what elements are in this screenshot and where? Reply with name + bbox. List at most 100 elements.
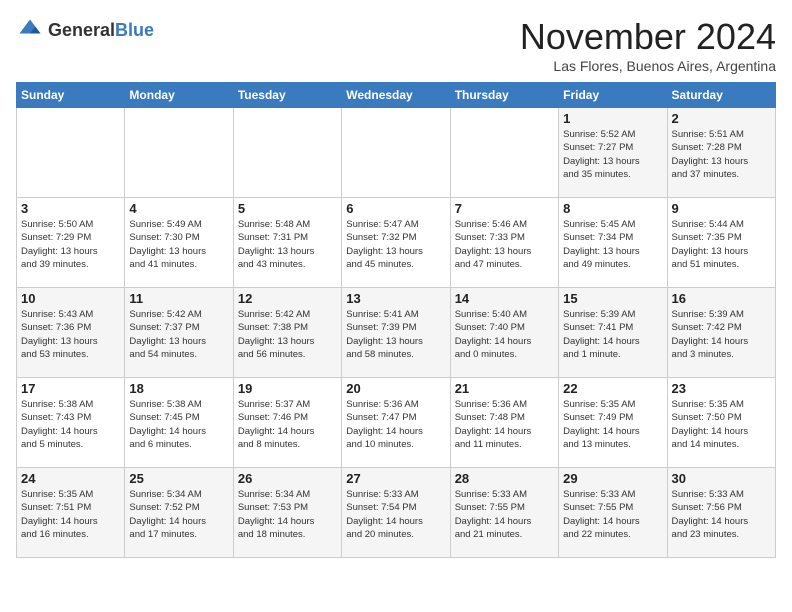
day-info: Sunrise: 5:45 AM Sunset: 7:34 PM Dayligh… bbox=[563, 218, 662, 271]
day-info: Sunrise: 5:46 AM Sunset: 7:33 PM Dayligh… bbox=[455, 218, 554, 271]
calendar-cell: 9Sunrise: 5:44 AM Sunset: 7:35 PM Daylig… bbox=[667, 198, 775, 288]
day-number: 18 bbox=[129, 381, 228, 396]
calendar-cell bbox=[125, 108, 233, 198]
day-info: Sunrise: 5:51 AM Sunset: 7:28 PM Dayligh… bbox=[672, 128, 771, 181]
day-number: 7 bbox=[455, 201, 554, 216]
calendar-cell: 14Sunrise: 5:40 AM Sunset: 7:40 PM Dayli… bbox=[450, 288, 558, 378]
day-of-week-header: Tuesday bbox=[233, 83, 341, 108]
day-info: Sunrise: 5:38 AM Sunset: 7:45 PM Dayligh… bbox=[129, 398, 228, 451]
calendar-week-row: 10 Sunrise: 5:43 AM Sunset: 7:36 PM Dayli… bbox=[17, 288, 776, 378]
day-number: 30 bbox=[672, 471, 771, 486]
day-number: 13 bbox=[346, 291, 445, 306]
calendar-header: SundayMondayTuesdayWednesdayThursdayFrid… bbox=[17, 83, 776, 108]
day-number: 22 bbox=[563, 381, 662, 396]
day-info: Sunrise: 5:44 AM Sunset: 7:35 PM Dayligh… bbox=[672, 218, 771, 271]
calendar-cell: 22Sunrise: 5:35 AM Sunset: 7:49 PM Dayli… bbox=[559, 378, 667, 468]
day-number: 8 bbox=[563, 201, 662, 216]
day-number: 20 bbox=[346, 381, 445, 396]
day-info: Sunrise: 5:50 AM Sunset: 7:29 PM Dayligh… bbox=[21, 218, 120, 271]
page-header: GeneralBlue November 2024 Las Flores, Bu… bbox=[16, 16, 776, 74]
day-info: Sunrise: 5:42 AM Sunset: 7:38 PM Dayligh… bbox=[238, 308, 337, 361]
calendar-cell: 6Sunrise: 5:47 AM Sunset: 7:32 PM Daylig… bbox=[342, 198, 450, 288]
day-info: Sunrise: 5:33 AM Sunset: 7:56 PM Dayligh… bbox=[672, 488, 771, 541]
calendar-cell: 7 Sunrise: 5:46 AM Sunset: 7:33 PM Daylig… bbox=[450, 198, 558, 288]
day-of-week-header: Thursday bbox=[450, 83, 558, 108]
calendar-cell: 29 Sunrise: 5:33 AM Sunset: 7:55 PM Dayli… bbox=[559, 468, 667, 558]
day-of-week-header: Wednesday bbox=[342, 83, 450, 108]
day-number: 29 bbox=[563, 471, 662, 486]
calendar-cell: 26 Sunrise: 5:34 AM Sunset: 7:53 PM Dayli… bbox=[233, 468, 341, 558]
day-info: Sunrise: 5:47 AM Sunset: 7:32 PM Dayligh… bbox=[346, 218, 445, 271]
day-number: 14 bbox=[455, 291, 554, 306]
day-info: Sunrise: 5:41 AM Sunset: 7:39 PM Dayligh… bbox=[346, 308, 445, 361]
day-info: Sunrise: 5:39 AM Sunset: 7:41 PM Dayligh… bbox=[563, 308, 662, 361]
calendar-cell: 25 Sunrise: 5:34 AM Sunset: 7:52 PM Dayli… bbox=[125, 468, 233, 558]
calendar-cell: 17Sunrise: 5:38 AM Sunset: 7:43 PM Dayli… bbox=[17, 378, 125, 468]
day-number: 21 bbox=[455, 381, 554, 396]
calendar-cell: 23 Sunrise: 5:35 AM Sunset: 7:50 PM Dayli… bbox=[667, 378, 775, 468]
day-number: 2 bbox=[672, 111, 771, 126]
day-number: 1 bbox=[563, 111, 662, 126]
day-number: 5 bbox=[238, 201, 337, 216]
day-info: Sunrise: 5:39 AM Sunset: 7:42 PM Dayligh… bbox=[672, 308, 771, 361]
day-number: 4 bbox=[129, 201, 228, 216]
logo-blue: Blue bbox=[115, 20, 154, 40]
title-area: November 2024 Las Flores, Buenos Aires, … bbox=[520, 16, 776, 74]
calendar-cell: 18 Sunrise: 5:38 AM Sunset: 7:45 PM Dayli… bbox=[125, 378, 233, 468]
calendar-cell: 8 Sunrise: 5:45 AM Sunset: 7:34 PM Daylig… bbox=[559, 198, 667, 288]
calendar-cell: 12Sunrise: 5:42 AM Sunset: 7:38 PM Dayli… bbox=[233, 288, 341, 378]
calendar-week-row: 17Sunrise: 5:38 AM Sunset: 7:43 PM Dayli… bbox=[17, 378, 776, 468]
day-number: 19 bbox=[238, 381, 337, 396]
day-info: Sunrise: 5:42 AM Sunset: 7:37 PM Dayligh… bbox=[129, 308, 228, 361]
calendar-cell: 24Sunrise: 5:35 AM Sunset: 7:51 PM Dayli… bbox=[17, 468, 125, 558]
day-number: 3 bbox=[21, 201, 120, 216]
calendar-cell: 11Sunrise: 5:42 AM Sunset: 7:37 PM Dayli… bbox=[125, 288, 233, 378]
calendar-cell bbox=[342, 108, 450, 198]
logo-text: GeneralBlue bbox=[48, 20, 154, 41]
calendar-cell: 28 Sunrise: 5:33 AM Sunset: 7:55 PM Dayli… bbox=[450, 468, 558, 558]
day-info: Sunrise: 5:36 AM Sunset: 7:48 PM Dayligh… bbox=[455, 398, 554, 451]
day-of-week-header: Friday bbox=[559, 83, 667, 108]
day-info: Sunrise: 5:36 AM Sunset: 7:47 PM Dayligh… bbox=[346, 398, 445, 451]
day-number: 16 bbox=[672, 291, 771, 306]
logo: GeneralBlue bbox=[16, 16, 154, 44]
day-info: Sunrise: 5:33 AM Sunset: 7:55 PM Dayligh… bbox=[455, 488, 554, 541]
logo-icon bbox=[16, 16, 44, 44]
day-info: Sunrise: 5:52 AM Sunset: 7:27 PM Dayligh… bbox=[563, 128, 662, 181]
day-of-week-header: Sunday bbox=[17, 83, 125, 108]
calendar-body: 1 Sunrise: 5:52 AM Sunset: 7:27 PM Daylig… bbox=[17, 108, 776, 558]
month-title: November 2024 bbox=[520, 16, 776, 58]
calendar-week-row: 1 Sunrise: 5:52 AM Sunset: 7:27 PM Daylig… bbox=[17, 108, 776, 198]
day-number: 25 bbox=[129, 471, 228, 486]
day-info: Sunrise: 5:48 AM Sunset: 7:31 PM Dayligh… bbox=[238, 218, 337, 271]
day-info: Sunrise: 5:33 AM Sunset: 7:54 PM Dayligh… bbox=[346, 488, 445, 541]
day-of-week-header: Saturday bbox=[667, 83, 775, 108]
calendar-week-row: 24Sunrise: 5:35 AM Sunset: 7:51 PM Dayli… bbox=[17, 468, 776, 558]
calendar-cell bbox=[450, 108, 558, 198]
calendar-cell: 21 Sunrise: 5:36 AM Sunset: 7:48 PM Dayli… bbox=[450, 378, 558, 468]
day-info: Sunrise: 5:35 AM Sunset: 7:50 PM Dayligh… bbox=[672, 398, 771, 451]
day-number: 26 bbox=[238, 471, 337, 486]
day-number: 28 bbox=[455, 471, 554, 486]
calendar-cell: 1 Sunrise: 5:52 AM Sunset: 7:27 PM Daylig… bbox=[559, 108, 667, 198]
calendar-cell: 15Sunrise: 5:39 AM Sunset: 7:41 PM Dayli… bbox=[559, 288, 667, 378]
day-number: 24 bbox=[21, 471, 120, 486]
header-row: SundayMondayTuesdayWednesdayThursdayFrid… bbox=[17, 83, 776, 108]
day-number: 17 bbox=[21, 381, 120, 396]
calendar-cell: 2 Sunrise: 5:51 AM Sunset: 7:28 PM Daylig… bbox=[667, 108, 775, 198]
day-info: Sunrise: 5:33 AM Sunset: 7:55 PM Dayligh… bbox=[563, 488, 662, 541]
calendar-cell: 3 Sunrise: 5:50 AM Sunset: 7:29 PM Daylig… bbox=[17, 198, 125, 288]
day-number: 10 bbox=[21, 291, 120, 306]
day-info: Sunrise: 5:34 AM Sunset: 7:53 PM Dayligh… bbox=[238, 488, 337, 541]
day-info: Sunrise: 5:49 AM Sunset: 7:30 PM Dayligh… bbox=[129, 218, 228, 271]
day-info: Sunrise: 5:37 AM Sunset: 7:46 PM Dayligh… bbox=[238, 398, 337, 451]
day-info: Sunrise: 5:34 AM Sunset: 7:52 PM Dayligh… bbox=[129, 488, 228, 541]
calendar-cell: 10 Sunrise: 5:43 AM Sunset: 7:36 PM Dayli… bbox=[17, 288, 125, 378]
calendar-cell: 13 Sunrise: 5:41 AM Sunset: 7:39 PM Dayli… bbox=[342, 288, 450, 378]
day-number: 23 bbox=[672, 381, 771, 396]
day-info: Sunrise: 5:43 AM Sunset: 7:36 PM Dayligh… bbox=[21, 308, 120, 361]
calendar-cell: 16 Sunrise: 5:39 AM Sunset: 7:42 PM Dayli… bbox=[667, 288, 775, 378]
calendar-cell bbox=[17, 108, 125, 198]
calendar-week-row: 3 Sunrise: 5:50 AM Sunset: 7:29 PM Daylig… bbox=[17, 198, 776, 288]
logo-general: General bbox=[48, 20, 115, 40]
